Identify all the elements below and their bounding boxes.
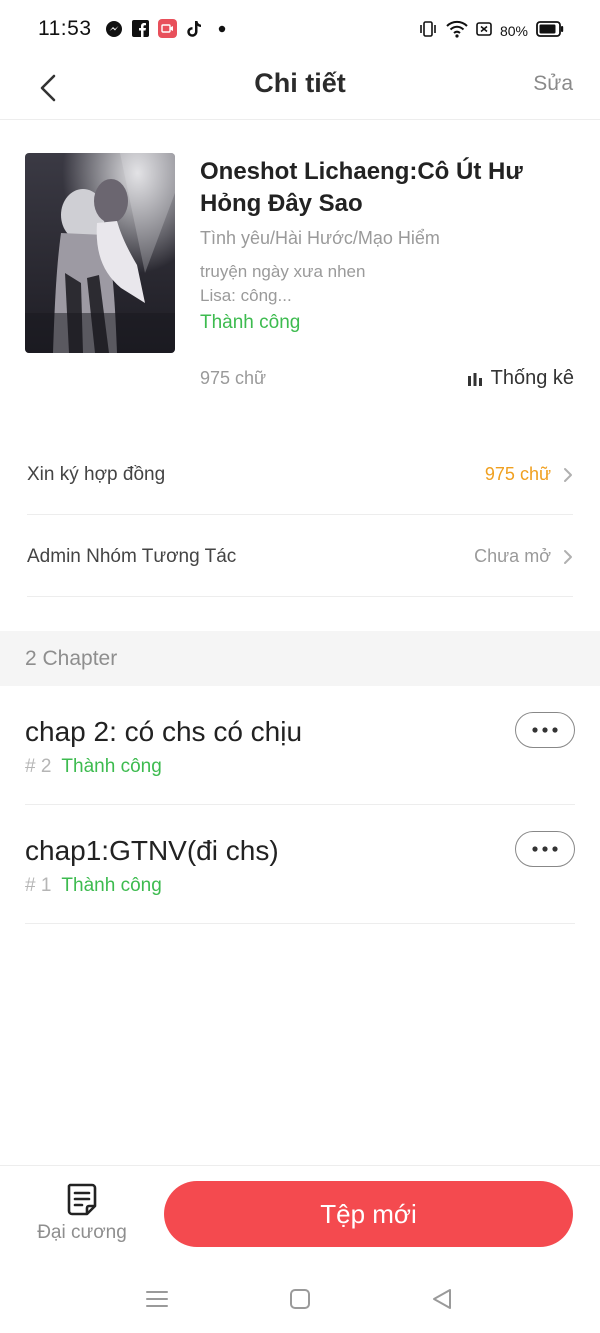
chapter-title: chap 2: có chs có chịu: [25, 716, 303, 747]
chapter-item[interactable]: chap 2: có chs có chịu # 2 Thành công: [25, 686, 575, 805]
edit-button[interactable]: Sửa: [533, 72, 573, 96]
word-count: 975 chữ: [200, 368, 267, 388]
home-square-icon: [290, 1289, 310, 1309]
battery-percent: 80%: [499, 22, 528, 39]
more-dots-icon: [532, 846, 558, 852]
chapter-status: Thành công: [61, 875, 162, 896]
chapter-item[interactable]: chap1:GTNV(đi chs) # 1 Thành công: [25, 805, 575, 924]
admin-group-row[interactable]: Admin Nhóm Tương Tác Chưa mở: [27, 517, 573, 597]
page-title: Chi tiết: [254, 68, 346, 98]
outline-label: Đại cương: [37, 1222, 127, 1243]
chapter-section-header: 2 Chapter: [0, 631, 600, 686]
book-description-line-1: truyện ngày xưa nhen: [200, 262, 366, 281]
contract-row-value: 975 chữ: [484, 464, 551, 484]
dot-icon: [212, 19, 231, 38]
notification-icons: [104, 19, 231, 38]
facebook-icon: [131, 19, 150, 38]
chapter-count: 2 Chapter: [25, 647, 118, 670]
book-description: truyện ngày xưa nhen Lisa: công...: [200, 260, 440, 308]
recent-apps-button[interactable]: [142, 1284, 172, 1314]
book-genre: Tình yêu/Hài Hước/Mạo Hiểm: [200, 228, 440, 248]
book-title: Oneshot Lichaeng:Cô Út Hư Hỏng Đây Sao: [200, 158, 523, 217]
book-cover-image[interactable]: [25, 153, 175, 353]
battery-icon: [536, 21, 564, 40]
chevron-right-icon: [564, 549, 572, 564]
document-icon: [67, 1183, 97, 1216]
tiktok-icon: [185, 19, 204, 38]
contract-row-label: Xin ký hợp đồng: [27, 463, 166, 485]
chapter-status: Thành công: [61, 756, 162, 777]
more-dots-icon: [532, 727, 558, 733]
new-file-button[interactable]: Tệp mới: [164, 1181, 573, 1247]
chapter-more-button[interactable]: [515, 831, 575, 867]
sim-icon: [476, 21, 492, 40]
screen-record-icon: [158, 19, 177, 38]
system-navigation-bar: [0, 1262, 600, 1333]
home-button[interactable]: [285, 1284, 315, 1314]
chapter-number: # 2: [25, 756, 52, 777]
stats-button[interactable]: Thống kê: [467, 367, 574, 390]
contract-row[interactable]: Xin ký hợp đồng 975 chữ: [27, 435, 573, 515]
vibrate-icon: [418, 19, 438, 42]
status-bar: 11:53 80%: [0, 0, 600, 60]
bottom-action-bar: Đại cương Tệp mới: [0, 1165, 600, 1261]
app-bar: Chi tiết Sửa: [0, 60, 600, 120]
system-status-icons: 80%: [418, 19, 564, 42]
menu-lines-icon: [146, 1291, 168, 1307]
chapter-number: # 1: [25, 875, 52, 896]
outline-button[interactable]: Đại cương: [30, 1182, 134, 1244]
book-status: Thành công: [200, 312, 301, 333]
status-time: 11:53: [38, 17, 92, 40]
chevron-right-icon: [564, 467, 572, 482]
book-description-line-2: Lisa: công...: [200, 286, 292, 305]
messenger-icon: [104, 19, 123, 38]
admin-group-row-value: Chưa mở: [474, 546, 551, 566]
back-nav-button[interactable]: [427, 1284, 457, 1314]
chapter-title: chap1:GTNV(đi chs): [25, 835, 279, 866]
admin-group-row-label: Admin Nhóm Tương Tác: [27, 545, 237, 567]
bar-chart-icon: [467, 372, 482, 386]
chapter-more-button[interactable]: [515, 712, 575, 748]
wifi-icon: [446, 20, 468, 41]
back-triangle-icon: [433, 1289, 451, 1309]
stats-label: Thống kê: [490, 367, 574, 389]
